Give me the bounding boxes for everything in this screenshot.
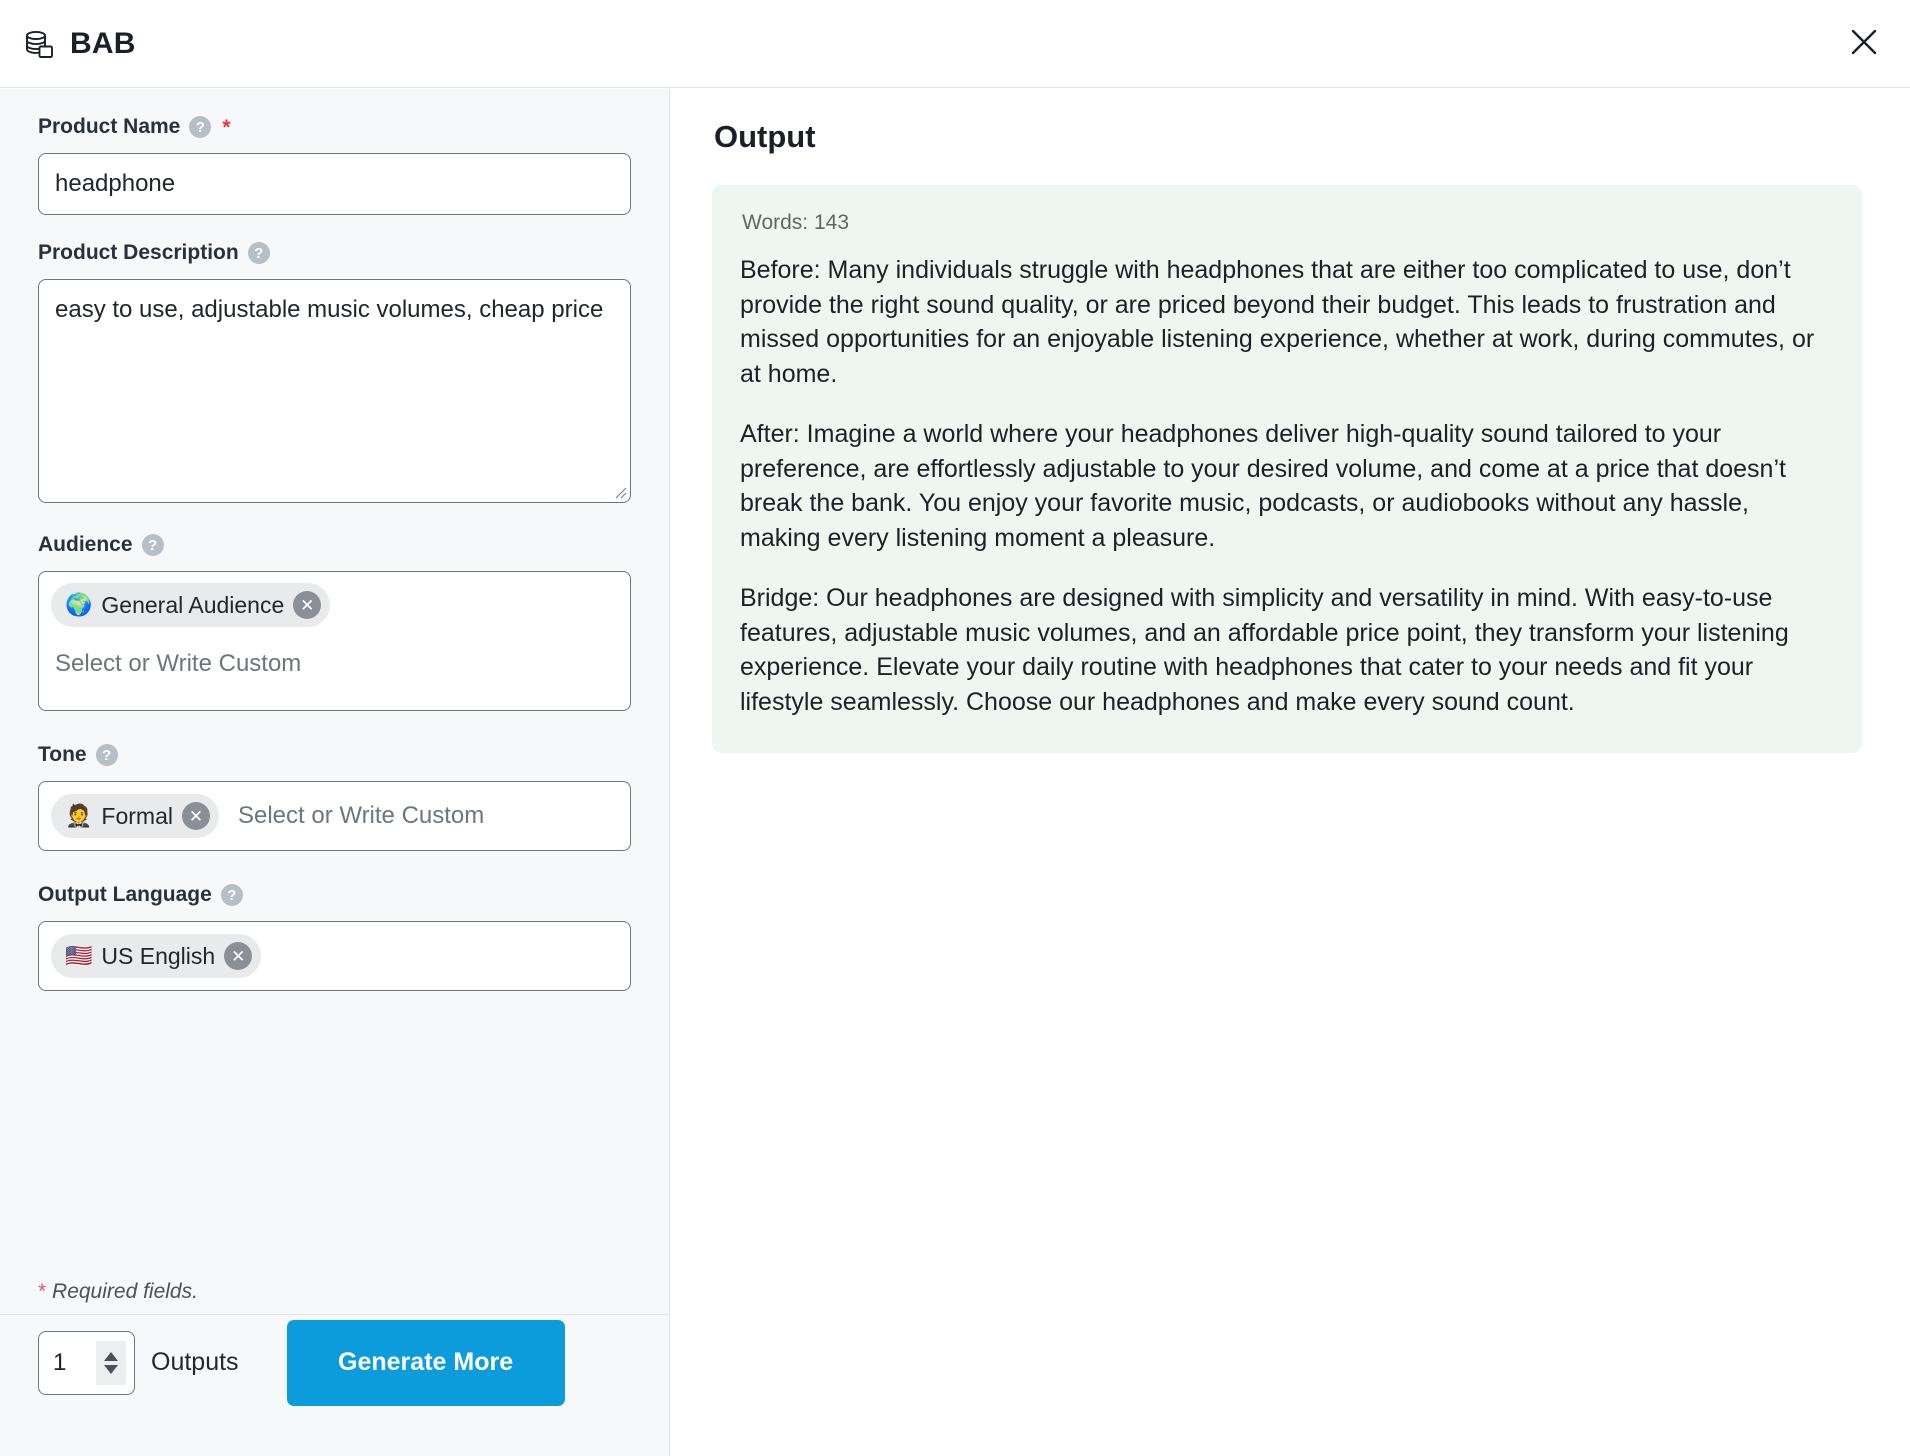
product-description-wrap (38, 279, 631, 503)
label-product-description: Product Description ? (38, 241, 632, 265)
output-language-multiselect[interactable]: 🇺🇸 US English ✕ (38, 921, 631, 991)
close-button[interactable] (1836, 16, 1892, 72)
us-flag-icon: 🇺🇸 (65, 943, 93, 968)
tone-multiselect[interactable]: 🤵 Formal ✕ Select or Write Custom (38, 781, 631, 851)
outputs-label: Outputs (151, 1348, 239, 1376)
tag-label: Formal (101, 802, 173, 829)
product-description-textarea[interactable] (38, 279, 631, 503)
required-note-text: Required fields. (52, 1280, 198, 1303)
close-circle-icon[interactable]: ✕ (293, 591, 322, 619)
app-title: BAB (70, 26, 136, 60)
dialog-body: Product Name ? * Product Description ? (0, 89, 1910, 1456)
help-circle-icon[interactable]: ? (141, 534, 164, 556)
window-titlebar: BAB (0, 0, 1910, 88)
required-asterisk: * (38, 1280, 47, 1303)
field-output-language: Output Language ? 🇺🇸 US English ✕ (38, 883, 632, 991)
field-product-description: Product Description ? (38, 241, 632, 503)
field-product-name: Product Name ? * (38, 115, 632, 215)
label-text: Product Name (38, 115, 181, 138)
globe-icon: 🌍 (65, 592, 93, 617)
form-panel: Product Name ? * Product Description ? (0, 89, 670, 1456)
output-title: Output (714, 119, 816, 154)
required-asterisk: * (222, 115, 231, 139)
label-text: Audience (38, 533, 133, 556)
close-icon (1849, 27, 1879, 60)
outputs-stepper[interactable]: 1 (38, 1330, 135, 1395)
label-audience: Audience ? (38, 533, 632, 557)
output-paragraph: After: Imagine a world where your headph… (740, 420, 1786, 552)
tag-label: US English (101, 942, 216, 969)
field-tone: Tone ? 🤵 Formal ✕ Select or Write Custom (38, 743, 632, 851)
help-circle-icon[interactable]: ? (220, 884, 243, 906)
help-circle-icon[interactable]: ? (95, 744, 118, 766)
database-stack-icon (22, 27, 56, 61)
titlebar-brand: BAB (0, 27, 136, 61)
label-tone: Tone ? (38, 743, 632, 767)
tone-placeholder[interactable]: Select or Write Custom (238, 804, 484, 828)
person-in-tuxedo-icon: 🤵 (65, 803, 93, 828)
label-text: Tone (38, 743, 87, 766)
label-text: Output Language (38, 883, 212, 906)
form-action-bar: 1 Outputs Generate More (0, 1314, 669, 1410)
label-product-name: Product Name ? * (38, 115, 632, 139)
product-name-input[interactable] (38, 153, 631, 215)
audience-multiselect[interactable]: 🌍 General Audience ✕ Select or Write Cus… (38, 571, 631, 711)
label-text: Product Description (38, 241, 239, 264)
close-circle-icon[interactable]: ✕ (224, 942, 253, 970)
help-circle-icon[interactable]: ? (189, 116, 212, 138)
help-circle-icon[interactable]: ? (247, 242, 270, 264)
tone-tag[interactable]: 🤵 Formal ✕ (51, 794, 219, 838)
outputs-count-value: 1 (53, 1348, 67, 1376)
audience-placeholder[interactable]: Select or Write Custom (55, 652, 618, 676)
label-output-language: Output Language ? (38, 883, 632, 907)
output-paragraph: Before: Many individuals struggle with h… (740, 256, 1815, 388)
audience-tag[interactable]: 🌍 General Audience ✕ (51, 583, 331, 627)
word-count: Words: 143 (742, 211, 849, 234)
chevron-up-icon[interactable] (104, 1351, 118, 1361)
chevron-down-icon[interactable] (104, 1364, 118, 1374)
output-language-tag[interactable]: 🇺🇸 US English ✕ (51, 934, 262, 978)
output-card: Words: 143 Before: Many individuals stru… (712, 185, 1862, 753)
output-paragraph: Bridge: Our headphones are designed with… (740, 584, 1789, 716)
form-scroll-area: Product Name ? * Product Description ? (0, 89, 669, 1275)
field-audience: Audience ? 🌍 General Audience ✕ Select o… (38, 533, 632, 711)
output-panel: Output Words: 143 Before: Many individua… (671, 89, 1910, 1456)
stepper-arrows[interactable] (96, 1340, 126, 1385)
generate-more-button[interactable]: Generate More (286, 1319, 565, 1406)
close-circle-icon[interactable]: ✕ (181, 802, 210, 830)
tag-label: General Audience (101, 591, 285, 618)
required-fields-note: * Required fields. (0, 1280, 198, 1304)
